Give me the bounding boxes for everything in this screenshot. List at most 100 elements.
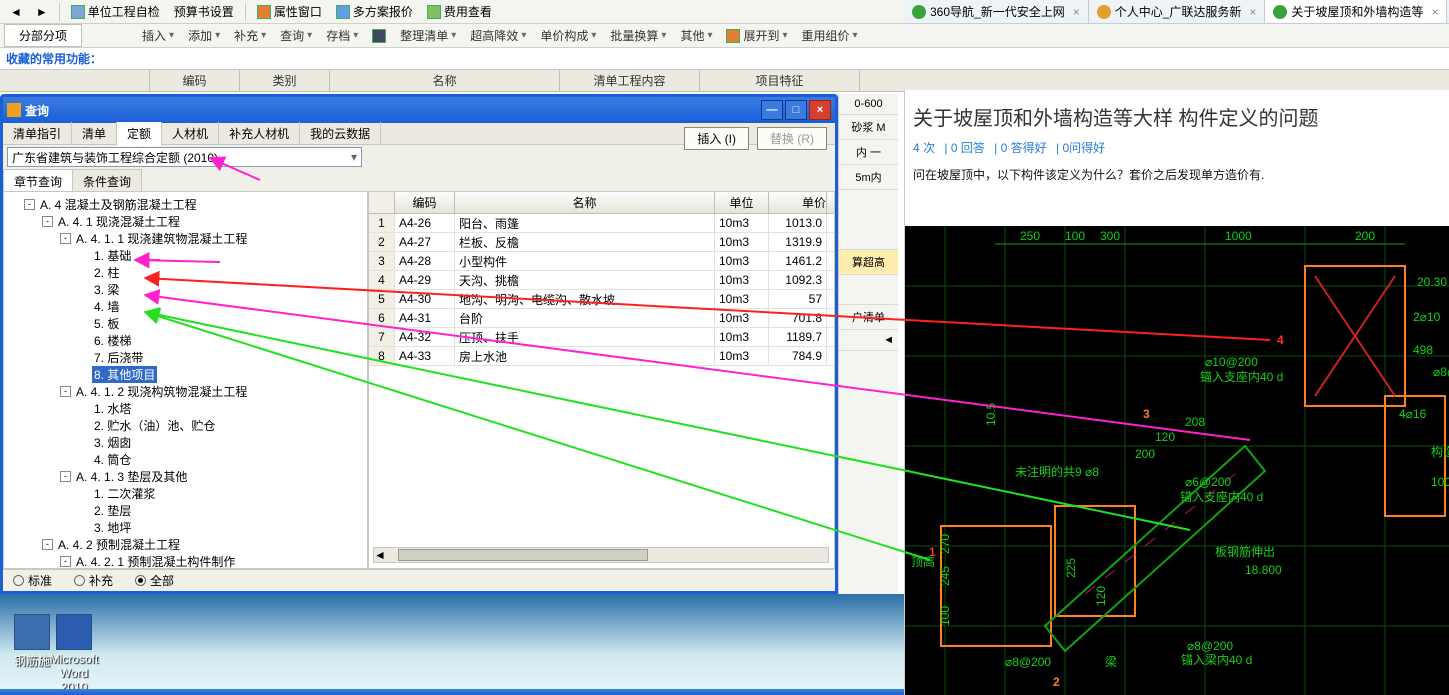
- tree-node[interactable]: 5. 板: [6, 315, 365, 332]
- tree-node[interactable]: 6. 楼梯: [6, 332, 365, 349]
- tree-node[interactable]: -A. 4. 1. 1 现浇建筑物混凝土工程: [6, 230, 365, 247]
- grid-col-name[interactable]: 名称: [455, 192, 715, 213]
- maximize-button[interactable]: □: [785, 100, 807, 120]
- tree-node[interactable]: 4. 筒仓: [6, 451, 365, 468]
- tree-node[interactable]: -A. 4. 1 现浇混凝土工程: [6, 213, 365, 230]
- budget-settings-button[interactable]: 预算书设置: [168, 1, 240, 22]
- tab-close-icon[interactable]: ×: [1431, 5, 1438, 19]
- archive-menu[interactable]: 存档: [320, 25, 364, 46]
- tree-node[interactable]: 1. 二次灌浆: [6, 485, 365, 502]
- tab-supplement-materials[interactable]: 补充人材机: [219, 122, 300, 145]
- tree-label[interactable]: A. 4. 1. 3 垫层及其他: [74, 468, 189, 485]
- scroll-thumb[interactable]: [398, 549, 648, 561]
- col-feature[interactable]: 项目特征: [700, 70, 860, 91]
- tree-node[interactable]: 2. 垫层: [6, 502, 365, 519]
- tree-toggle-icon[interactable]: -: [60, 471, 71, 482]
- tree-node[interactable]: 8. 其他项目: [6, 366, 365, 383]
- tree-label[interactable]: 2. 贮水（油）池、贮仓: [92, 417, 217, 434]
- tree-toggle-icon[interactable]: -: [60, 233, 71, 244]
- tree-label[interactable]: A. 4. 2 预制混凝土工程: [56, 536, 182, 553]
- tree-label[interactable]: 7. 后浇带: [92, 349, 145, 366]
- col-content[interactable]: 清单工程内容: [560, 70, 700, 91]
- browser-tab-question[interactable]: 关于坡屋顶和外墙构造等×: [1265, 0, 1447, 23]
- subtab-condition[interactable]: 条件查询: [72, 169, 142, 191]
- tree-label[interactable]: 3. 烟囱: [92, 434, 133, 451]
- section-tab[interactable]: 分部分项: [4, 24, 82, 47]
- tree-node[interactable]: 2. 贮水（油）池、贮仓: [6, 417, 365, 434]
- tab-close-icon[interactable]: ×: [1073, 5, 1080, 19]
- tab-list[interactable]: 清单: [72, 122, 117, 145]
- tree-node[interactable]: -A. 4. 1. 2 现浇构筑物混凝土工程: [6, 383, 365, 400]
- tree-label[interactable]: 8. 其他项目: [92, 366, 157, 383]
- browser-tab-personal[interactable]: 个人中心_广联达服务新×: [1089, 0, 1266, 23]
- tree-node[interactable]: -A. 4. 2. 1 预制混凝土构件制作: [6, 553, 365, 569]
- grid-h-scrollbar[interactable]: ◄: [373, 547, 829, 563]
- unit-price-menu[interactable]: 单价构成: [534, 25, 602, 46]
- col-type[interactable]: 类别: [240, 70, 330, 91]
- extra-height-menu[interactable]: 超高降效: [464, 25, 532, 46]
- grid-col-code[interactable]: 编码: [395, 192, 455, 213]
- tab-cloud-data[interactable]: 我的云数据: [300, 122, 381, 145]
- nav-prev-button[interactable]: ◄: [4, 3, 28, 21]
- tree-label[interactable]: 5. 板: [92, 315, 121, 332]
- tree-node[interactable]: 3. 地坪: [6, 519, 365, 536]
- multi-quote-button[interactable]: 多方案报价: [330, 1, 419, 22]
- tree-toggle-icon[interactable]: -: [60, 386, 71, 397]
- grid-col-rownum[interactable]: [369, 192, 395, 213]
- col-code[interactable]: 编码: [150, 70, 240, 91]
- tree-label[interactable]: 6. 楼梯: [92, 332, 133, 349]
- organize-menu[interactable]: 整理清单: [394, 25, 462, 46]
- table-row[interactable]: 8A4-33房上水池10m3784.9: [369, 347, 834, 366]
- nav-next-button[interactable]: ►: [30, 3, 54, 21]
- tree-toggle-icon[interactable]: -: [42, 216, 53, 227]
- col-name[interactable]: 名称: [330, 70, 560, 91]
- radio-standard[interactable]: 标准: [13, 572, 52, 589]
- tree-toggle-icon[interactable]: -: [42, 539, 53, 550]
- quota-tree[interactable]: -A. 4 混凝土及钢筋混凝土工程-A. 4. 1 现浇混凝土工程-A. 4. …: [3, 191, 368, 569]
- table-row[interactable]: 2A4-27栏板、反檐10m31319.9: [369, 233, 834, 252]
- tab-list-guide[interactable]: 清单指引: [3, 122, 72, 145]
- tree-node[interactable]: 2. 柱: [6, 264, 365, 281]
- table-row[interactable]: 3A4-28小型构件10m31461.2: [369, 252, 834, 271]
- tree-node[interactable]: 1. 基础: [6, 247, 365, 264]
- close-button[interactable]: ×: [809, 100, 831, 120]
- taskbar[interactable]: [0, 689, 904, 695]
- subtab-chapter[interactable]: 章节查询: [3, 169, 73, 191]
- table-row[interactable]: 7A4-32压顶、扶手10m31189.7: [369, 328, 834, 347]
- table-row[interactable]: 4A4-29天沟、挑檐10m31092.3: [369, 271, 834, 290]
- table-row[interactable]: 5A4-30地沟、明沟、电缆沟、散水坡10m357: [369, 290, 834, 309]
- tree-node[interactable]: 3. 梁: [6, 281, 365, 298]
- window-titlebar[interactable]: 查询 — □ ×: [3, 97, 835, 123]
- tree-label[interactable]: A. 4 混凝土及钢筋混凝土工程: [38, 196, 199, 213]
- radio-supplement[interactable]: 补充: [74, 572, 113, 589]
- grid-col-unit[interactable]: 单位: [715, 192, 769, 213]
- tree-node[interactable]: 4. 墙: [6, 298, 365, 315]
- reuse-price-menu[interactable]: 重用组价: [796, 25, 864, 46]
- tab-materials[interactable]: 人材机: [162, 122, 219, 145]
- table-row[interactable]: 6A4-31台阶10m3701.8: [369, 309, 834, 328]
- scroll-left-icon[interactable]: ◄: [374, 548, 386, 562]
- radio-all[interactable]: 全部: [135, 572, 174, 589]
- add-menu[interactable]: 添加: [182, 25, 226, 46]
- tree-label[interactable]: 2. 柱: [92, 264, 121, 281]
- tree-node[interactable]: 7. 后浇带: [6, 349, 365, 366]
- tree-label[interactable]: A. 4. 1. 1 现浇建筑物混凝土工程: [74, 230, 249, 247]
- tree-label[interactable]: 4. 筒仓: [92, 451, 133, 468]
- replace-button[interactable]: 替换 (R): [757, 127, 827, 150]
- self-check-button[interactable]: 单位工程自检: [65, 1, 166, 22]
- tree-node[interactable]: -A. 4 混凝土及钢筋混凝土工程: [6, 196, 365, 213]
- tree-label[interactable]: 3. 梁: [92, 281, 121, 298]
- table-row[interactable]: 1A4-26阳台、雨篷10m31013.0: [369, 214, 834, 233]
- supplement-menu[interactable]: 补充: [228, 25, 272, 46]
- insert-button[interactable]: 插入 (I): [684, 127, 749, 150]
- desktop-icon-word[interactable]: Microsoft Word 2010: [48, 614, 100, 694]
- tree-toggle-icon[interactable]: -: [24, 199, 35, 210]
- grid-col-price[interactable]: 单价: [769, 192, 827, 213]
- other-menu[interactable]: 其他: [674, 25, 718, 46]
- tree-node[interactable]: -A. 4. 2 预制混凝土工程: [6, 536, 365, 553]
- tree-label[interactable]: A. 4. 1 现浇混凝土工程: [56, 213, 182, 230]
- quota-library-combo[interactable]: 广东省建筑与装饰工程综合定额 (2010) ▾: [7, 147, 362, 167]
- binoculars-button[interactable]: [366, 27, 392, 45]
- expand-to-menu[interactable]: 展开到: [720, 25, 793, 46]
- tree-label[interactable]: 4. 墙: [92, 298, 121, 315]
